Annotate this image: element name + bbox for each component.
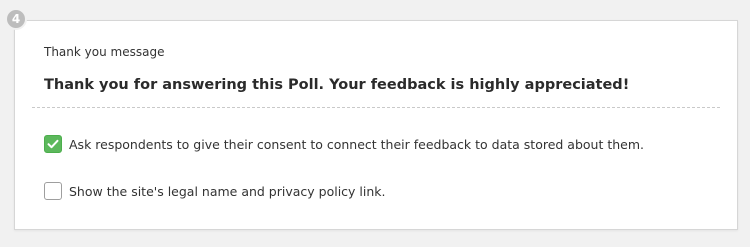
- thank-you-settings-card: Thank you message Thank you for answerin…: [14, 20, 738, 230]
- consent-option[interactable]: Ask respondents to give their consent to…: [44, 135, 644, 153]
- legal-name-checkbox[interactable]: [44, 182, 62, 200]
- legal-name-option-label: Show the site's legal name and privacy p…: [69, 183, 386, 199]
- poll-settings-stage: 4 Thank you message Thank you for answer…: [0, 0, 750, 247]
- step-number-badge: 4: [5, 8, 27, 30]
- checkmark-icon: [47, 139, 59, 149]
- consent-checkbox[interactable]: [44, 135, 62, 153]
- legal-name-option[interactable]: Show the site's legal name and privacy p…: [44, 182, 386, 200]
- consent-option-label: Ask respondents to give their consent to…: [69, 136, 645, 152]
- thank-you-message-text[interactable]: Thank you for answering this Poll. Your …: [44, 77, 629, 93]
- thank-you-section-label: Thank you message: [44, 45, 165, 59]
- dashed-divider: [32, 107, 720, 108]
